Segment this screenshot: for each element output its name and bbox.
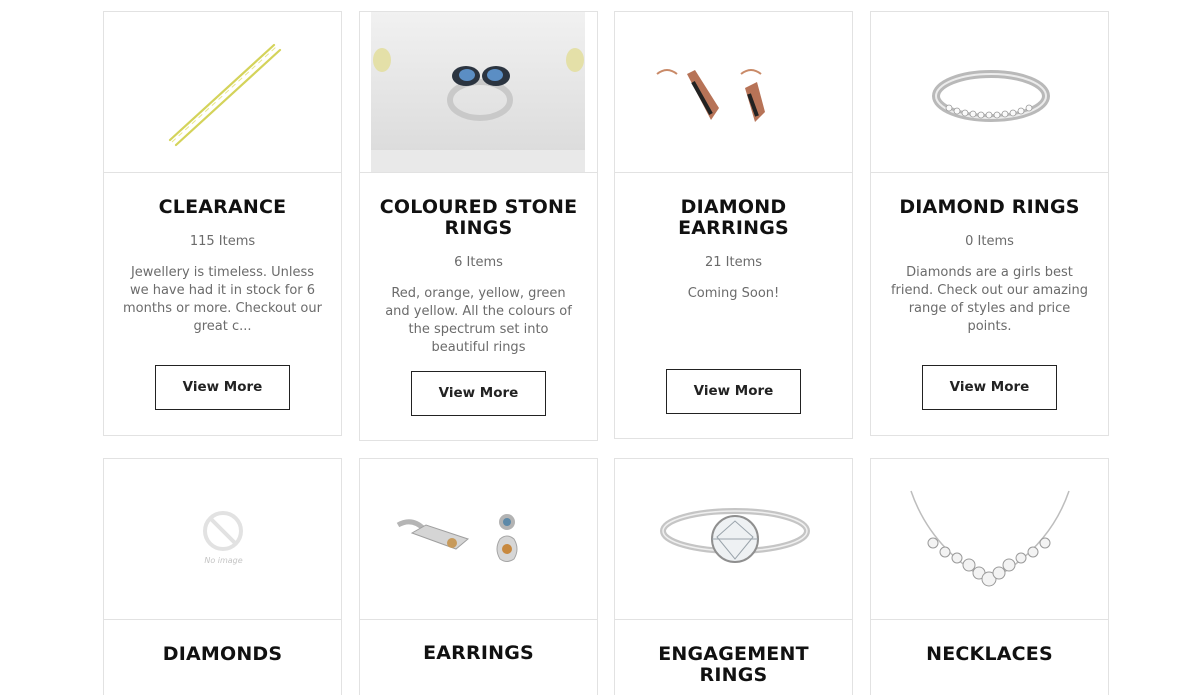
item-count: 0 Items [965,234,1014,249]
category-description: Red, orange, yellow, green and yellow. A… [385,286,572,355]
category-title[interactable]: CLEARANCE [120,197,325,218]
category-card-diamonds: No image DIAMONDS [103,458,342,695]
product-image[interactable] [360,459,597,620]
diamond-band-ring-icon [932,70,1050,122]
view-more-button[interactable]: View More [922,365,1057,410]
category-title[interactable]: COLOURED STONE RINGS [376,197,581,239]
diamond-necklace-icon [910,490,1070,587]
category-card-necklaces: NECKLACES [870,458,1109,695]
category-description: Jewellery is timeless. Unless we have ha… [123,265,322,334]
category-title[interactable]: DIAMONDS [120,644,325,665]
category-title[interactable]: NECKLACES [887,644,1092,665]
product-image[interactable] [360,12,597,173]
category-card-diamond-earrings: DIAMOND EARRINGS 21 Items Coming Soon! V… [614,11,853,439]
product-image[interactable] [104,12,341,173]
category-card-coloured-stone-rings: COLOURED STONE RINGS 6 Items Red, orange… [359,11,598,441]
category-card-clearance: CLEARANCE 115 Items Jewellery is timeles… [103,11,342,436]
category-title[interactable]: DIAMOND EARRINGS [631,197,836,239]
category-card-earrings: EARRINGS [359,458,598,695]
category-card-engagement-rings: ENGAGEMENT RINGS [614,458,853,695]
category-title[interactable]: ENGAGEMENT RINGS [631,644,836,686]
product-image[interactable]: No image [104,459,341,620]
blue-stone-ring-icon [371,12,585,172]
product-image[interactable] [615,12,852,173]
view-more-button[interactable]: View More [666,369,801,414]
no-image-icon [203,511,243,551]
product-image[interactable] [871,459,1108,620]
category-description: Diamonds are a girls best friend. Check … [890,265,1089,334]
rose-gold-earrings-icon [656,69,765,122]
no-image-label: No image [204,556,243,565]
category-title[interactable]: DIAMOND RINGS [887,197,1092,218]
category-title[interactable]: EARRINGS [376,643,581,664]
product-image[interactable] [871,12,1108,173]
item-count: 21 Items [704,255,763,270]
view-more-button[interactable]: View More [411,371,546,416]
view-more-button[interactable]: View More [155,365,290,410]
item-count: 115 Items [189,234,256,249]
drop-earrings-icon [396,514,518,562]
product-image[interactable] [615,459,852,620]
category-card-diamond-rings: DIAMOND RINGS 0 Items Diamonds are a gir… [870,11,1109,436]
item-count: 6 Items [454,255,503,270]
category-description: Coming Soon! [687,286,780,301]
gold-chain-bracelet-icon [168,43,282,147]
solitaire-ring-icon [660,508,810,563]
